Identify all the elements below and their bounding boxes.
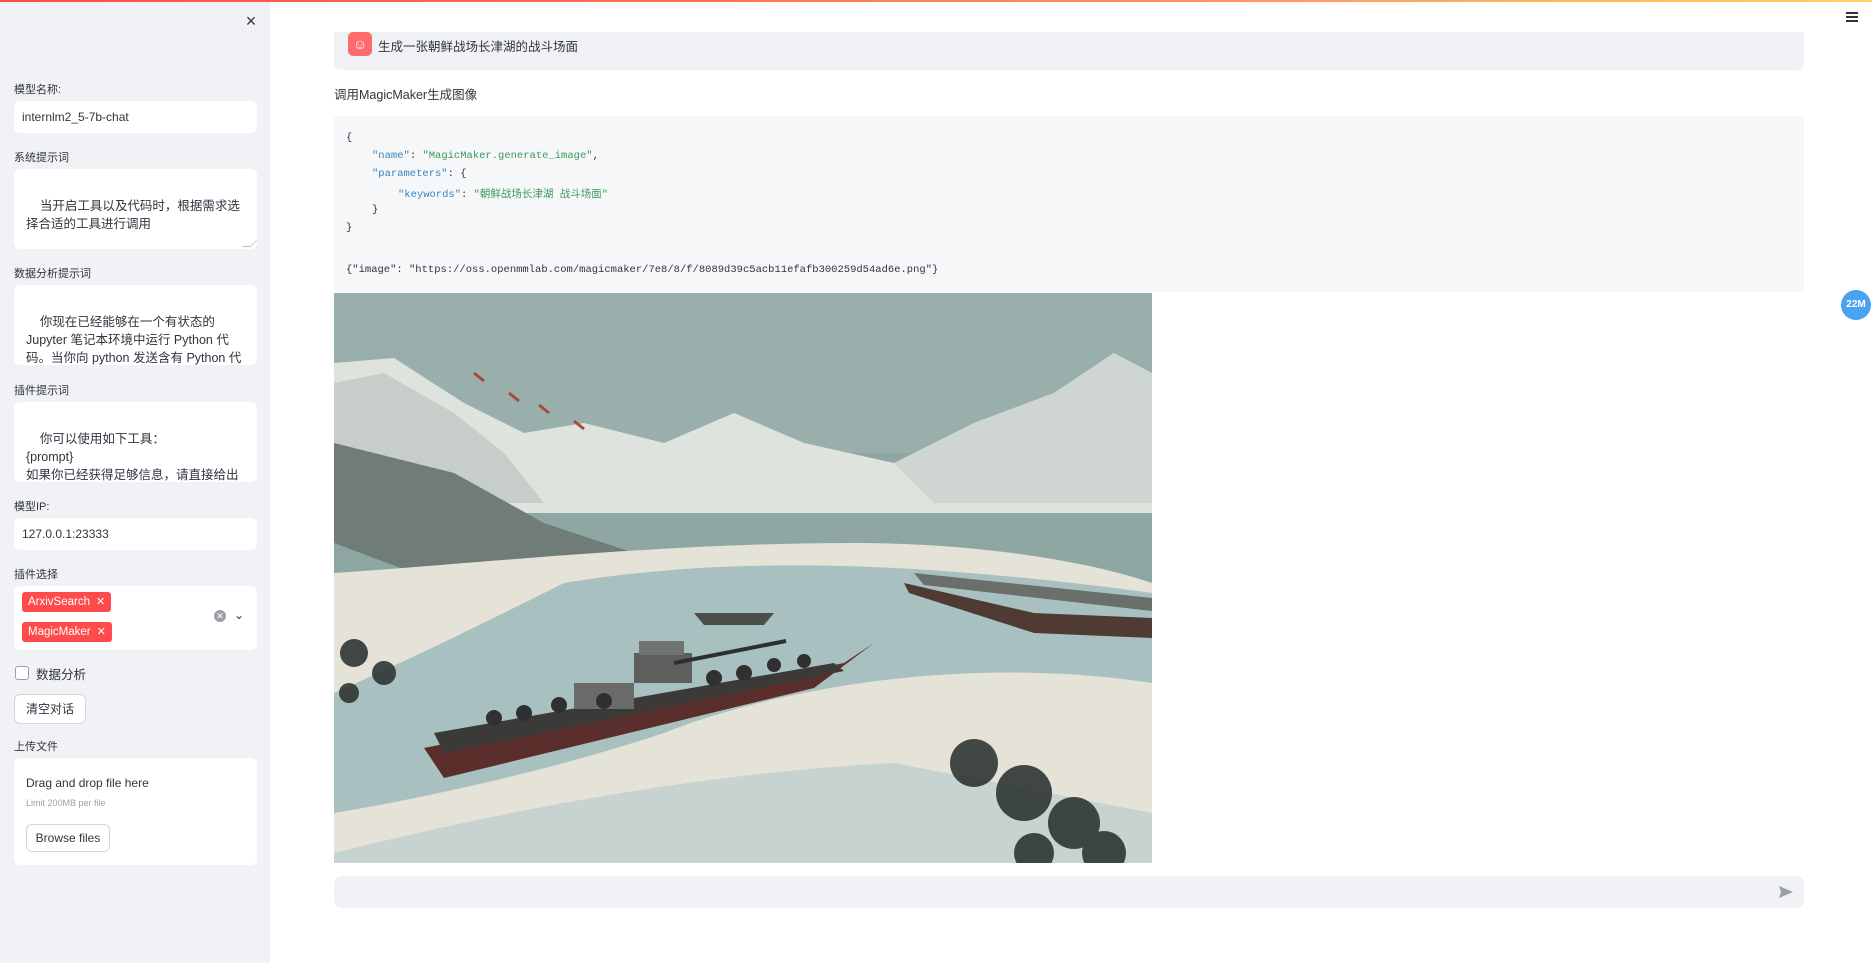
plugin-multiselect[interactable]: ArxivSearch ✕ MagicMaker ✕ ✕ ⌄	[14, 586, 257, 650]
system-prompt-text: 当开启工具以及代码时，根据需求选择合适的工具进行调用	[26, 199, 240, 231]
code-line: "name": "MagicMaker.generate_image",	[372, 150, 599, 162]
status-badge[interactable]: 22M	[1841, 290, 1871, 320]
data-analysis-prompt-text: 你现在已经能够在一个有状态的 Jupyter 笔记本环境中运行 Python 代…	[26, 315, 242, 365]
plugin-tag-label: ArxivSearch	[28, 596, 90, 608]
bot-avatar-icon: ☺	[348, 32, 372, 56]
upload-limit-text: Limit 200MB per file	[26, 798, 106, 808]
user-message: ☺ 生成一张朝鲜战场长津湖的战斗场面	[334, 32, 1804, 70]
assistant-message-text: 调用MagicMaker生成图像	[334, 88, 478, 102]
send-icon[interactable]	[1778, 884, 1794, 900]
data-analysis-prompt-textarea[interactable]: 你现在已经能够在一个有状态的 Jupyter 笔记本环境中运行 Python 代…	[14, 285, 257, 365]
tool-result-line: {"image": "https://oss.openmmlab.com/mag…	[346, 264, 939, 276]
json-value: "MagicMaker.generate_image"	[422, 150, 593, 162]
json-key: "name"	[372, 150, 410, 162]
json-key: "keywords"	[398, 189, 462, 201]
json-key: "parameters"	[372, 168, 448, 180]
data-analysis-checkbox[interactable]	[15, 666, 29, 680]
sidebar: × 模型名称: internlm2_5-7b-chat 系统提示词 当开启工具以…	[0, 0, 270, 963]
remove-tag-icon[interactable]: ✕	[96, 596, 105, 608]
code-line: }	[372, 204, 379, 216]
code-line: {	[346, 132, 353, 144]
data-analysis-prompt-label: 数据分析提示词	[14, 268, 91, 280]
clear-chat-button[interactable]: 清空对话	[14, 694, 86, 724]
close-icon[interactable]: ×	[240, 10, 262, 32]
model-ip-label: 模型IP:	[14, 501, 50, 513]
resize-handle-icon[interactable]	[241, 238, 257, 247]
plugin-select-label: 插件选择	[14, 569, 58, 581]
plugin-prompt-text: 你可以使用如下工具： {prompt} 如果你已经获得足够信息，请直接给出答案.…	[26, 432, 239, 482]
file-dropzone[interactable]: Drag and drop file here Limit 200MB per …	[14, 758, 257, 865]
code-line: "keywords": "朝鲜战场长津湖 战斗场面"	[398, 189, 609, 201]
user-message-text: 生成一张朝鲜战场长津湖的战斗场面	[378, 40, 579, 54]
plugin-prompt-label: 插件提示词	[14, 385, 69, 397]
plugin-tag-magicmaker[interactable]: MagicMaker ✕	[22, 622, 112, 642]
upload-label: 上传文件	[14, 741, 58, 753]
generated-image	[334, 293, 1152, 863]
code-line: "parameters": {	[372, 168, 467, 180]
code-line: }	[346, 222, 353, 234]
clear-icon[interactable]: ✕	[214, 610, 226, 622]
code-block: { "name": "MagicMaker.generate_image", "…	[334, 116, 1804, 292]
system-prompt-textarea[interactable]: 当开启工具以及代码时，根据需求选择合适的工具进行调用	[14, 169, 257, 249]
plugin-prompt-textarea[interactable]: 你可以使用如下工具： {prompt} 如果你已经获得足够信息，请直接给出答案.…	[14, 402, 257, 482]
dropzone-text: Drag and drop file here	[26, 776, 149, 790]
model-name-input[interactable]: internlm2_5-7b-chat	[14, 101, 257, 133]
json-value: "朝鲜战场长津湖 战斗场面"	[473, 189, 609, 201]
chevron-down-icon[interactable]: ⌄	[234, 608, 244, 622]
data-analysis-checkbox-label: 数据分析	[36, 668, 87, 682]
plugin-tag-arxivsearch[interactable]: ArxivSearch ✕	[22, 592, 112, 612]
system-prompt-label: 系统提示词	[14, 152, 69, 164]
chat-input[interactable]	[334, 876, 1804, 908]
model-ip-input[interactable]: 127.0.0.1:23333	[14, 518, 257, 550]
top-progress-bar	[0, 0, 1872, 2]
hamburger-menu-icon[interactable]	[1846, 12, 1858, 22]
browse-files-button[interactable]: Browse files	[26, 824, 110, 852]
battle-scene-image	[334, 293, 1152, 863]
model-name-label: 模型名称:	[14, 84, 62, 96]
remove-tag-icon[interactable]: ✕	[97, 626, 106, 638]
plugin-tag-label: MagicMaker	[28, 626, 91, 638]
